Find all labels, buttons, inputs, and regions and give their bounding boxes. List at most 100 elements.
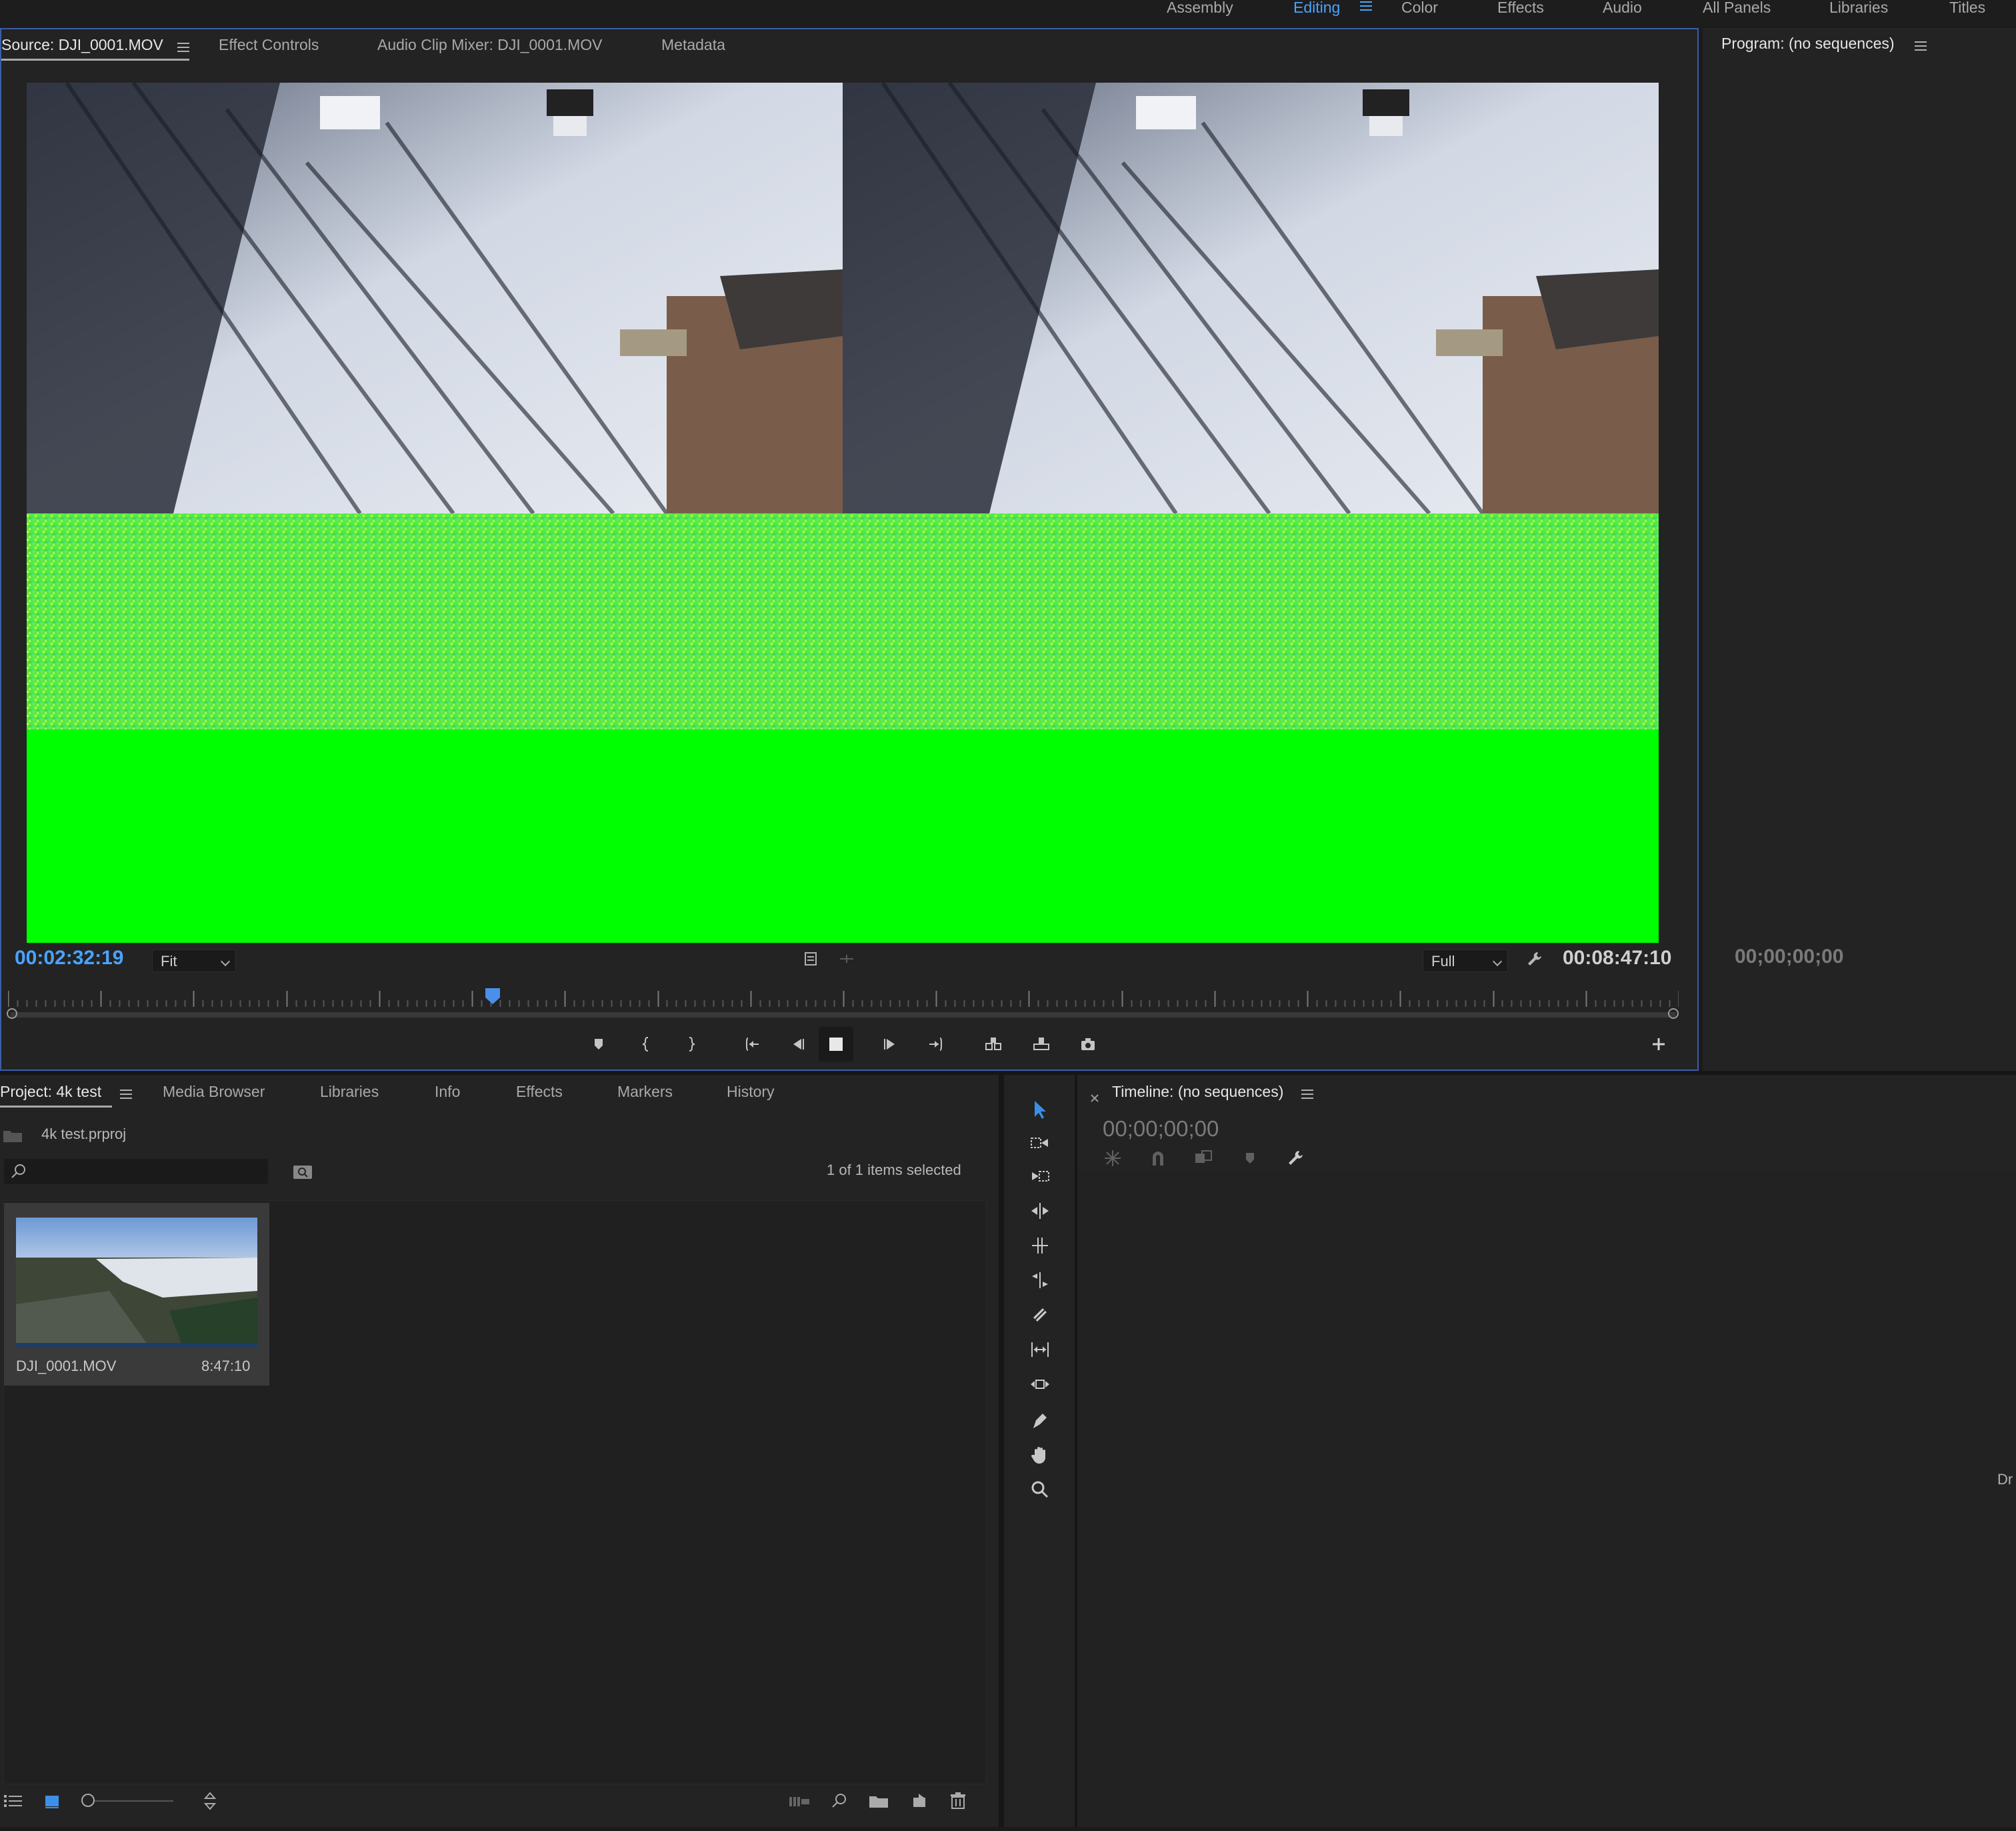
zoom-scrollbar[interactable] [11, 1012, 1676, 1018]
list-view-icon[interactable] [3, 1791, 25, 1811]
tab-effect-controls[interactable]: Effect Controls [219, 35, 319, 55]
button-editor-button[interactable] [1645, 1031, 1672, 1058]
tab-project[interactable]: Project: 4k test [0, 1082, 101, 1102]
timeline-track-area[interactable] [1077, 1171, 2016, 1827]
slide-tool[interactable] [1025, 1370, 1055, 1399]
clip-item[interactable]: DJI_0001.MOV 8:47:10 [4, 1203, 269, 1386]
vertical-divider-tools[interactable] [1075, 1075, 1077, 1827]
timeline-settings-wrench-icon[interactable] [1285, 1148, 1305, 1168]
program-timecode[interactable]: 00;00;00;00 [1735, 946, 1843, 968]
zoom-handle-right[interactable] [1668, 1008, 1679, 1019]
track-select-backward-tool[interactable] [1025, 1162, 1055, 1191]
find-bin-icon[interactable] [292, 1162, 313, 1182]
razor-tool[interactable] [1025, 1300, 1055, 1330]
workspace-titles[interactable]: Titles [1949, 0, 1985, 17]
export-frame-button[interactable] [1075, 1031, 1101, 1058]
automate-to-sequence-icon[interactable] [788, 1791, 811, 1811]
timeline-timecode[interactable]: 00;00;00;00 [1103, 1116, 1219, 1142]
workspace-effects[interactable]: Effects [1497, 0, 1544, 17]
go-to-out-button[interactable] [923, 1031, 949, 1058]
vertical-divider[interactable] [999, 1075, 1004, 1827]
mark-out-button[interactable] [677, 1031, 704, 1058]
step-back-button[interactable] [784, 1031, 811, 1058]
clear-icon[interactable] [948, 1791, 968, 1811]
playhead[interactable] [485, 988, 500, 1004]
workspace-assembly[interactable]: Assembly [1167, 0, 1233, 17]
thumbnail-zoom-slider[interactable] [81, 1800, 173, 1802]
tab-markers[interactable]: Markers [617, 1082, 673, 1102]
razor-icon [1033, 1308, 1047, 1322]
selection-tool[interactable] [1025, 1095, 1055, 1124]
overwrite-icon [1033, 1038, 1049, 1050]
snap-icon[interactable] [1148, 1148, 1168, 1168]
sort-icon[interactable] [200, 1791, 220, 1811]
program-panel-menu-icon[interactable] [1915, 41, 1927, 51]
new-item-icon[interactable] [909, 1791, 929, 1811]
nest-sequences-icon[interactable] [1103, 1148, 1123, 1168]
pen-tool[interactable] [1025, 1406, 1055, 1435]
workspace-editing[interactable]: Editing [1293, 0, 1340, 17]
insert-button[interactable] [980, 1031, 1007, 1058]
workspace-color[interactable]: Color [1401, 0, 1438, 17]
hand-tool[interactable] [1025, 1440, 1055, 1470]
find-icon[interactable] [829, 1791, 849, 1811]
thumbnail-zoom-handle[interactable] [81, 1794, 95, 1807]
time-ruler[interactable] [7, 990, 1680, 1023]
resolution-select-value: Full [1431, 953, 1455, 970]
source-panel-menu-icon[interactable] [177, 43, 189, 52]
rate-stretch-tool[interactable] [1025, 1266, 1055, 1295]
horizontal-divider[interactable] [0, 1071, 2016, 1075]
add-marker-button[interactable] [585, 1031, 612, 1058]
source-video-frame[interactable] [27, 83, 1659, 943]
step-forward-icon [884, 1039, 895, 1050]
project-panel-menu-icon[interactable] [120, 1090, 132, 1099]
go-to-in-button[interactable] [739, 1031, 765, 1058]
workspace-audio[interactable]: Audio [1603, 0, 1642, 17]
settings-toggle-icon[interactable] [797, 946, 824, 972]
zoom-handle-left[interactable] [7, 1008, 17, 1019]
track-select-forward-tool[interactable] [1025, 1128, 1055, 1158]
drag-video-icon[interactable] [833, 946, 860, 972]
workspace-menu-icon[interactable] [1360, 1, 1372, 11]
tab-metadata[interactable]: Metadata [661, 35, 725, 55]
tab-source[interactable]: Source: DJI_0001.MOV [1, 35, 163, 55]
new-bin-icon[interactable] [868, 1791, 889, 1811]
add-marker-icon [595, 1039, 603, 1050]
icon-view-icon[interactable] [43, 1791, 65, 1811]
overwrite-button[interactable] [1028, 1031, 1055, 1058]
wrench-icon[interactable] [1521, 946, 1548, 972]
tab-history[interactable]: History [727, 1082, 775, 1102]
workspace-libraries[interactable]: Libraries [1829, 0, 1888, 17]
source-current-timecode[interactable]: 00:02:32:19 [15, 947, 123, 970]
linked-selection-icon[interactable] [1193, 1148, 1213, 1168]
close-panel-icon[interactable] [1089, 1090, 1100, 1102]
tab-effects[interactable]: Effects [516, 1082, 563, 1102]
tab-audio-clip-mixer[interactable]: Audio Clip Mixer: DJI_0001.MOV [377, 35, 602, 55]
rolling-edit-tool[interactable] [1025, 1231, 1055, 1260]
mark-in-button[interactable] [633, 1031, 660, 1058]
tab-libraries[interactable]: Libraries [320, 1082, 379, 1102]
tab-info[interactable]: Info [435, 1082, 460, 1102]
stop-button[interactable] [819, 1027, 853, 1062]
zoom-select[interactable]: Fit [152, 950, 236, 972]
drop-media-hint: Dr [1997, 1471, 2013, 1488]
program-monitor-panel: Program: (no sequences) 00;00;00;00 [1703, 28, 2016, 1071]
project-folder-icon [3, 1128, 23, 1143]
go-to-out-icon [929, 1038, 942, 1051]
add-marker-icon[interactable] [1240, 1148, 1260, 1168]
timeline-panel-title[interactable]: Timeline: (no sequences) [1112, 1082, 1283, 1102]
zoom-tool[interactable] [1025, 1475, 1055, 1504]
step-forward-button[interactable] [877, 1031, 904, 1058]
clip-name: DJI_0001.MOV [16, 1358, 117, 1374]
timeline-panel-menu-icon[interactable] [1301, 1090, 1313, 1099]
tab-media-browser[interactable]: Media Browser [163, 1082, 265, 1102]
selection-status: 1 of 1 items selected [827, 1162, 961, 1178]
slip-tool[interactable] [1025, 1335, 1055, 1364]
workspace-all-panels[interactable]: All Panels [1703, 0, 1771, 17]
zoom-icon [1031, 1481, 1049, 1498]
active-tab-underline [1, 59, 189, 61]
program-panel-title[interactable]: Program: (no sequences) [1721, 33, 1895, 53]
resolution-select[interactable]: Full [1423, 950, 1508, 972]
project-search-input[interactable] [4, 1159, 268, 1184]
ripple-edit-tool[interactable] [1025, 1196, 1055, 1226]
